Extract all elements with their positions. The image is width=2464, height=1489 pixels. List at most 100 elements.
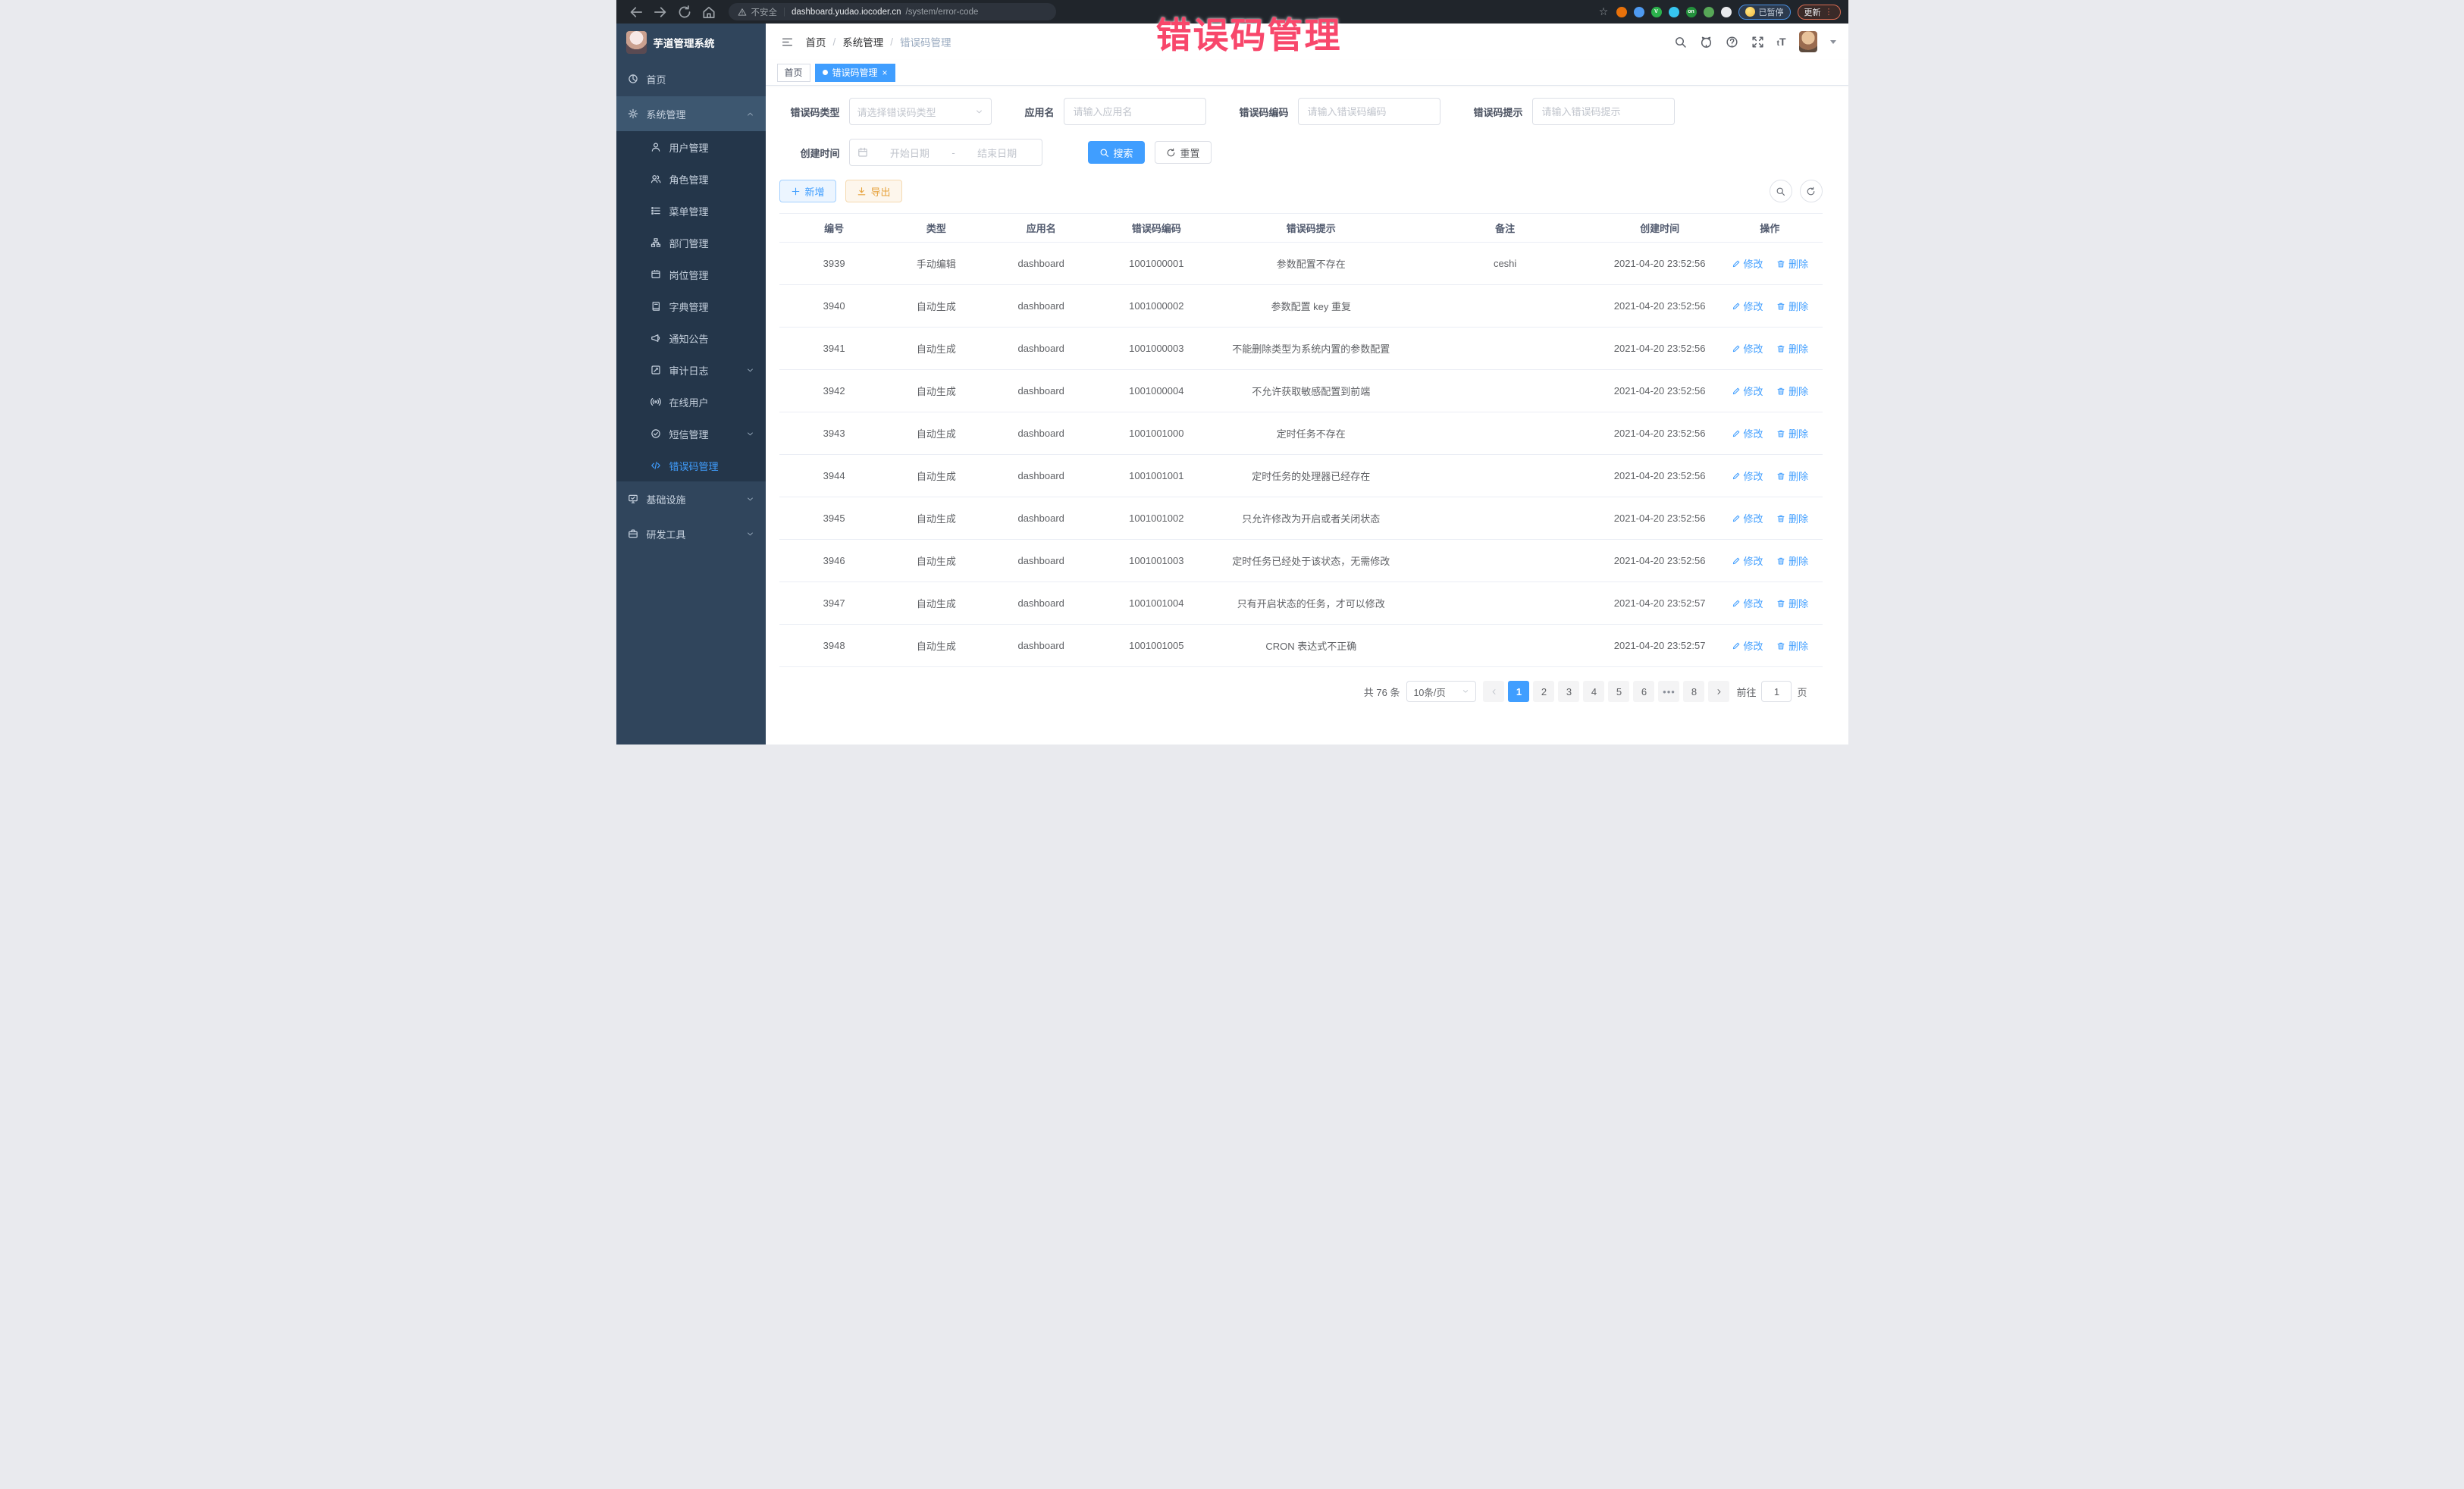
delete-link[interactable]: 删除 [1776, 596, 1808, 610]
page-number-button[interactable]: 4 [1583, 681, 1604, 702]
next-page-button[interactable] [1708, 681, 1729, 702]
close-icon[interactable]: × [882, 68, 888, 77]
delete-link[interactable]: 删除 [1776, 426, 1808, 440]
sidebar-item[interactable]: 系统管理 [616, 96, 766, 131]
sidebar-item[interactable]: 用户管理 [616, 131, 766, 163]
delete-link[interactable]: 删除 [1776, 341, 1808, 356]
page-size-select[interactable]: 10条/页 [1406, 681, 1476, 702]
edit-icon [1732, 344, 1741, 353]
page-number-button[interactable]: 2 [1533, 681, 1554, 702]
user-avatar[interactable] [1799, 31, 1817, 52]
breadcrumb-system[interactable]: 系统管理 [842, 34, 883, 49]
edit-link[interactable]: 修改 [1732, 256, 1763, 271]
delete-link[interactable]: 删除 [1776, 553, 1808, 568]
page-number-button[interactable]: 1 [1508, 681, 1529, 702]
edit-link[interactable]: 修改 [1732, 469, 1763, 483]
sidebar-item[interactable]: 短信管理 [616, 418, 766, 450]
breadcrumb-home[interactable]: 首页 [806, 34, 826, 49]
page-number-button[interactable]: 8 [1683, 681, 1704, 702]
browser-update-button[interactable]: 更新 ⋮ [1798, 5, 1841, 20]
reset-button[interactable]: 重置 [1155, 141, 1212, 164]
browser-back-icon[interactable] [629, 5, 644, 20]
export-button[interactable]: 导出 [845, 180, 902, 202]
fullscreen-icon[interactable] [1751, 36, 1764, 49]
sidebar-item[interactable]: 岗位管理 [616, 259, 766, 290]
sidebar-item[interactable]: 通知公告 [616, 322, 766, 354]
browser-profile-chip[interactable]: 已暂停 [1738, 5, 1791, 20]
toggle-search-button[interactable] [1770, 180, 1792, 202]
edit-link[interactable]: 修改 [1732, 426, 1763, 440]
delete-link[interactable]: 删除 [1776, 384, 1808, 398]
cell-type: 自动生成 [889, 285, 983, 328]
cell-message: CRON 表达式不正确 [1214, 625, 1408, 667]
page-number-button[interactable]: ••• [1658, 681, 1679, 702]
delete-link[interactable]: 删除 [1776, 299, 1808, 313]
table-row: 3941 自动生成 dashboard 1001000003 不能删除类型为系统… [779, 328, 1823, 370]
add-button[interactable]: 新增 [779, 180, 836, 202]
font-size-icon[interactable]: tT [1777, 36, 1786, 48]
prev-page-button[interactable] [1483, 681, 1504, 702]
sidebar-item[interactable]: 在线用户 [616, 386, 766, 418]
page-number-button[interactable]: 3 [1558, 681, 1579, 702]
bookmark-star-icon[interactable]: ☆ [1598, 6, 1610, 17]
error-code-input[interactable] [1298, 98, 1440, 125]
goto-page-input[interactable] [1761, 681, 1792, 702]
delete-icon [1776, 641, 1785, 650]
extension-key-icon[interactable] [1704, 7, 1714, 17]
delete-icon [1776, 302, 1785, 311]
edit-link[interactable]: 修改 [1732, 299, 1763, 313]
edit-link[interactable]: 修改 [1732, 511, 1763, 525]
tag-home[interactable]: 首页 [777, 64, 810, 82]
browser-extensions-area: ☆ Von 已暂停 更新 ⋮ [1598, 5, 1841, 20]
avatar-caret-icon[interactable] [1830, 40, 1836, 44]
chevron-down-icon [1462, 688, 1469, 695]
sidebar-item-label: 短信管理 [669, 427, 709, 441]
extension-blue-gem-icon[interactable] [1634, 7, 1644, 17]
sidebar-item-label: 错误码管理 [669, 459, 719, 473]
browser-forward-icon[interactable] [653, 5, 668, 20]
delete-link[interactable]: 删除 [1776, 469, 1808, 483]
error-message-input[interactable] [1532, 98, 1675, 125]
browser-home-icon[interactable] [701, 5, 716, 20]
tag-error-code[interactable]: 错误码管理 × [815, 64, 895, 82]
sidebar-item[interactable]: 部门管理 [616, 227, 766, 259]
extension-orange-icon[interactable] [1616, 7, 1627, 17]
edit-link[interactable]: 修改 [1732, 384, 1763, 398]
address-bar[interactable]: 不安全 | dashboard.yudao.iocoder.cn/system/… [729, 3, 1056, 20]
sidebar-item[interactable]: 字典管理 [616, 290, 766, 322]
extension-green-v-icon[interactable]: V [1651, 7, 1662, 17]
browser-reload-icon[interactable] [677, 5, 692, 20]
hamburger-icon[interactable] [781, 36, 794, 48]
sidebar-item[interactable]: 研发工具 [616, 516, 766, 551]
extension-on-icon[interactable]: on [1686, 7, 1697, 17]
date-range-picker[interactable]: 开始日期 - 结束日期 [849, 139, 1042, 166]
delete-link[interactable]: 删除 [1776, 256, 1808, 271]
delete-link[interactable]: 删除 [1776, 638, 1808, 653]
sidebar-item[interactable]: 错误码管理 [616, 450, 766, 481]
edit-link[interactable]: 修改 [1732, 341, 1763, 356]
profile-badge-label: 已暂停 [1759, 6, 1784, 18]
sidebar-item[interactable]: 审计日志 [616, 354, 766, 386]
page-number-button[interactable]: 6 [1633, 681, 1654, 702]
sidebar-item[interactable]: 菜单管理 [616, 195, 766, 227]
help-icon[interactable] [1726, 36, 1738, 49]
sidebar-item[interactable]: 角色管理 [616, 163, 766, 195]
search-button[interactable]: 搜索 [1088, 141, 1145, 164]
github-icon[interactable] [1700, 36, 1713, 49]
app-logo-row[interactable]: 芋道管理系统 [616, 24, 766, 61]
sidebar-item[interactable]: 基础设施 [616, 481, 766, 516]
extension-teal-grid-icon[interactable] [1669, 7, 1679, 17]
total-count: 共 76 条 [1364, 685, 1400, 699]
extension-puzzle-icon[interactable] [1721, 7, 1732, 17]
delete-link[interactable]: 删除 [1776, 511, 1808, 525]
kebab-menu-icon[interactable]: ⋮ [1825, 7, 1834, 17]
error-code-type-select[interactable]: 请选择错误码类型 [849, 98, 992, 125]
edit-link[interactable]: 修改 [1732, 596, 1763, 610]
search-icon[interactable] [1674, 36, 1687, 49]
edit-link[interactable]: 修改 [1732, 553, 1763, 568]
page-number-button[interactable]: 5 [1608, 681, 1629, 702]
app-name-input[interactable] [1064, 98, 1206, 125]
sidebar-item[interactable]: 首页 [616, 61, 766, 96]
refresh-table-button[interactable] [1800, 180, 1823, 202]
edit-link[interactable]: 修改 [1732, 638, 1763, 653]
